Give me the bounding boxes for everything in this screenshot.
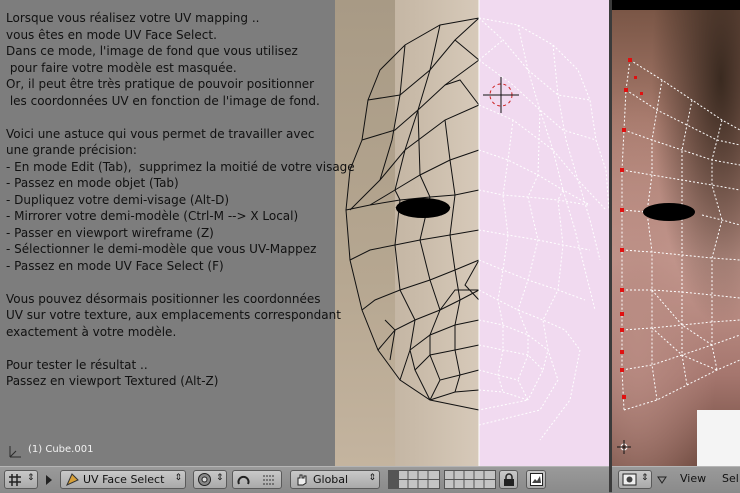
dropdown-arrows-icon: ⇕: [174, 473, 182, 483]
menu-collapse-icon[interactable]: [45, 474, 53, 486]
layer-buttons-2[interactable]: [444, 470, 496, 489]
instruction-line: Or, il peut être très pratique de pouvoi…: [6, 77, 315, 91]
draw-type-button[interactable]: ⇕: [193, 470, 227, 489]
instruction-line: une grande précision:: [6, 143, 137, 157]
updown-arrows-icon: ⇕: [27, 473, 35, 483]
mode-icon: [65, 473, 79, 487]
tutorial-instructions: Lorsque vous réalisez votre UV mapping .…: [6, 10, 355, 390]
instruction-line: Passez en viewport Textured (Alt-Z): [6, 374, 219, 388]
mode-select-dropdown[interactable]: UV Face Select ⇕: [60, 470, 186, 489]
image-editor-icon: [622, 473, 637, 486]
instruction-line: Vous pouvez désormais positionner les co…: [6, 291, 321, 306]
manipulator-hand-icon: [297, 474, 307, 486]
instruction-line: - Dupliquez votre demi-visage (Alt-D): [6, 192, 230, 207]
updown-arrows-icon: ⇕: [216, 473, 224, 483]
dropdown-arrows-icon: ⇕: [368, 473, 376, 483]
window-type-icon: [9, 474, 21, 486]
layer-buttons-1[interactable]: [388, 470, 440, 489]
instruction-line: - Passer en viewport wireframe (Z): [6, 225, 214, 240]
instruction-line: Lorsque vous réalisez votre UV mapping .…: [6, 11, 260, 25]
uv-image-editor[interactable]: [612, 0, 740, 466]
menu-select[interactable]: Sel: [722, 472, 739, 485]
3d-viewport-header: ⇕ UV Face Select ⇕ ⇕ Global ⇕: [0, 466, 609, 493]
render-icon: [530, 473, 543, 486]
axis-gizmo-icon: [9, 446, 21, 458]
instruction-line: Pour tester le résultat ..: [6, 357, 148, 372]
mode-label: UV Face Select: [83, 473, 165, 486]
instruction-line: - Passez en mode UV Face Select (F): [6, 258, 224, 273]
lock-icon: [504, 473, 514, 486]
active-object-label: (1) Cube.001: [28, 444, 94, 455]
uv-vertices: [620, 58, 643, 399]
window-type-button[interactable]: ⇕: [4, 470, 38, 489]
instruction-line: - Mirrorer votre demi-modèle (Ctrl-M -->…: [6, 209, 299, 223]
draw-type-icon: [198, 473, 211, 486]
instruction-line: - Passez en mode objet (Tab): [6, 176, 179, 190]
instruction-line: - Sélectionner le demi-modèle que vous U…: [6, 242, 317, 256]
layer-grid-2: [444, 470, 496, 489]
pivot-icon: [237, 475, 250, 485]
instruction-line: Voici une astuce qui vous permet de trav…: [6, 126, 315, 141]
uv-layout: [620, 58, 740, 411]
orientation-dropdown[interactable]: Global ⇕: [290, 470, 380, 489]
updown-arrows-icon: ⇕: [641, 473, 649, 483]
pivot-button[interactable]: [232, 470, 282, 489]
instruction-line: exactement à votre modèle.: [6, 324, 177, 339]
uv-editor-header: ⇕ View Sel: [612, 466, 740, 493]
editor-type-button[interactable]: ⇕: [618, 470, 652, 489]
instruction-line: vous êtes en mode UV Face Select.: [6, 27, 217, 42]
instruction-line: Dans ce mode, l'image de fond que vous u…: [6, 44, 298, 58]
menu-collapse-icon[interactable]: [657, 476, 667, 484]
3d-cursor[interactable]: [483, 77, 519, 113]
render-button[interactable]: [526, 470, 546, 489]
snap-icon: [263, 475, 274, 485]
wireframe-right: [478, 17, 609, 441]
instruction-line: les coordonnées UV en fonction de l'imag…: [6, 93, 320, 108]
3d-viewport[interactable]: Lorsque vous réalisez votre UV mapping .…: [0, 0, 609, 466]
uv-cursor-icon[interactable]: [617, 440, 631, 454]
instruction-line: - En mode Edit (Tab), supprimez la moiti…: [6, 159, 355, 174]
menu-view[interactable]: View: [680, 472, 706, 485]
orientation-label: Global: [313, 473, 349, 486]
layer-grid-1: [388, 470, 440, 489]
instruction-line: UV sur votre texture, aux emplacements c…: [6, 308, 341, 322]
lock-button[interactable]: [499, 470, 518, 489]
instruction-line: pour faire votre modèle est masquée.: [6, 60, 237, 75]
uv-eye-hole: [643, 203, 695, 221]
